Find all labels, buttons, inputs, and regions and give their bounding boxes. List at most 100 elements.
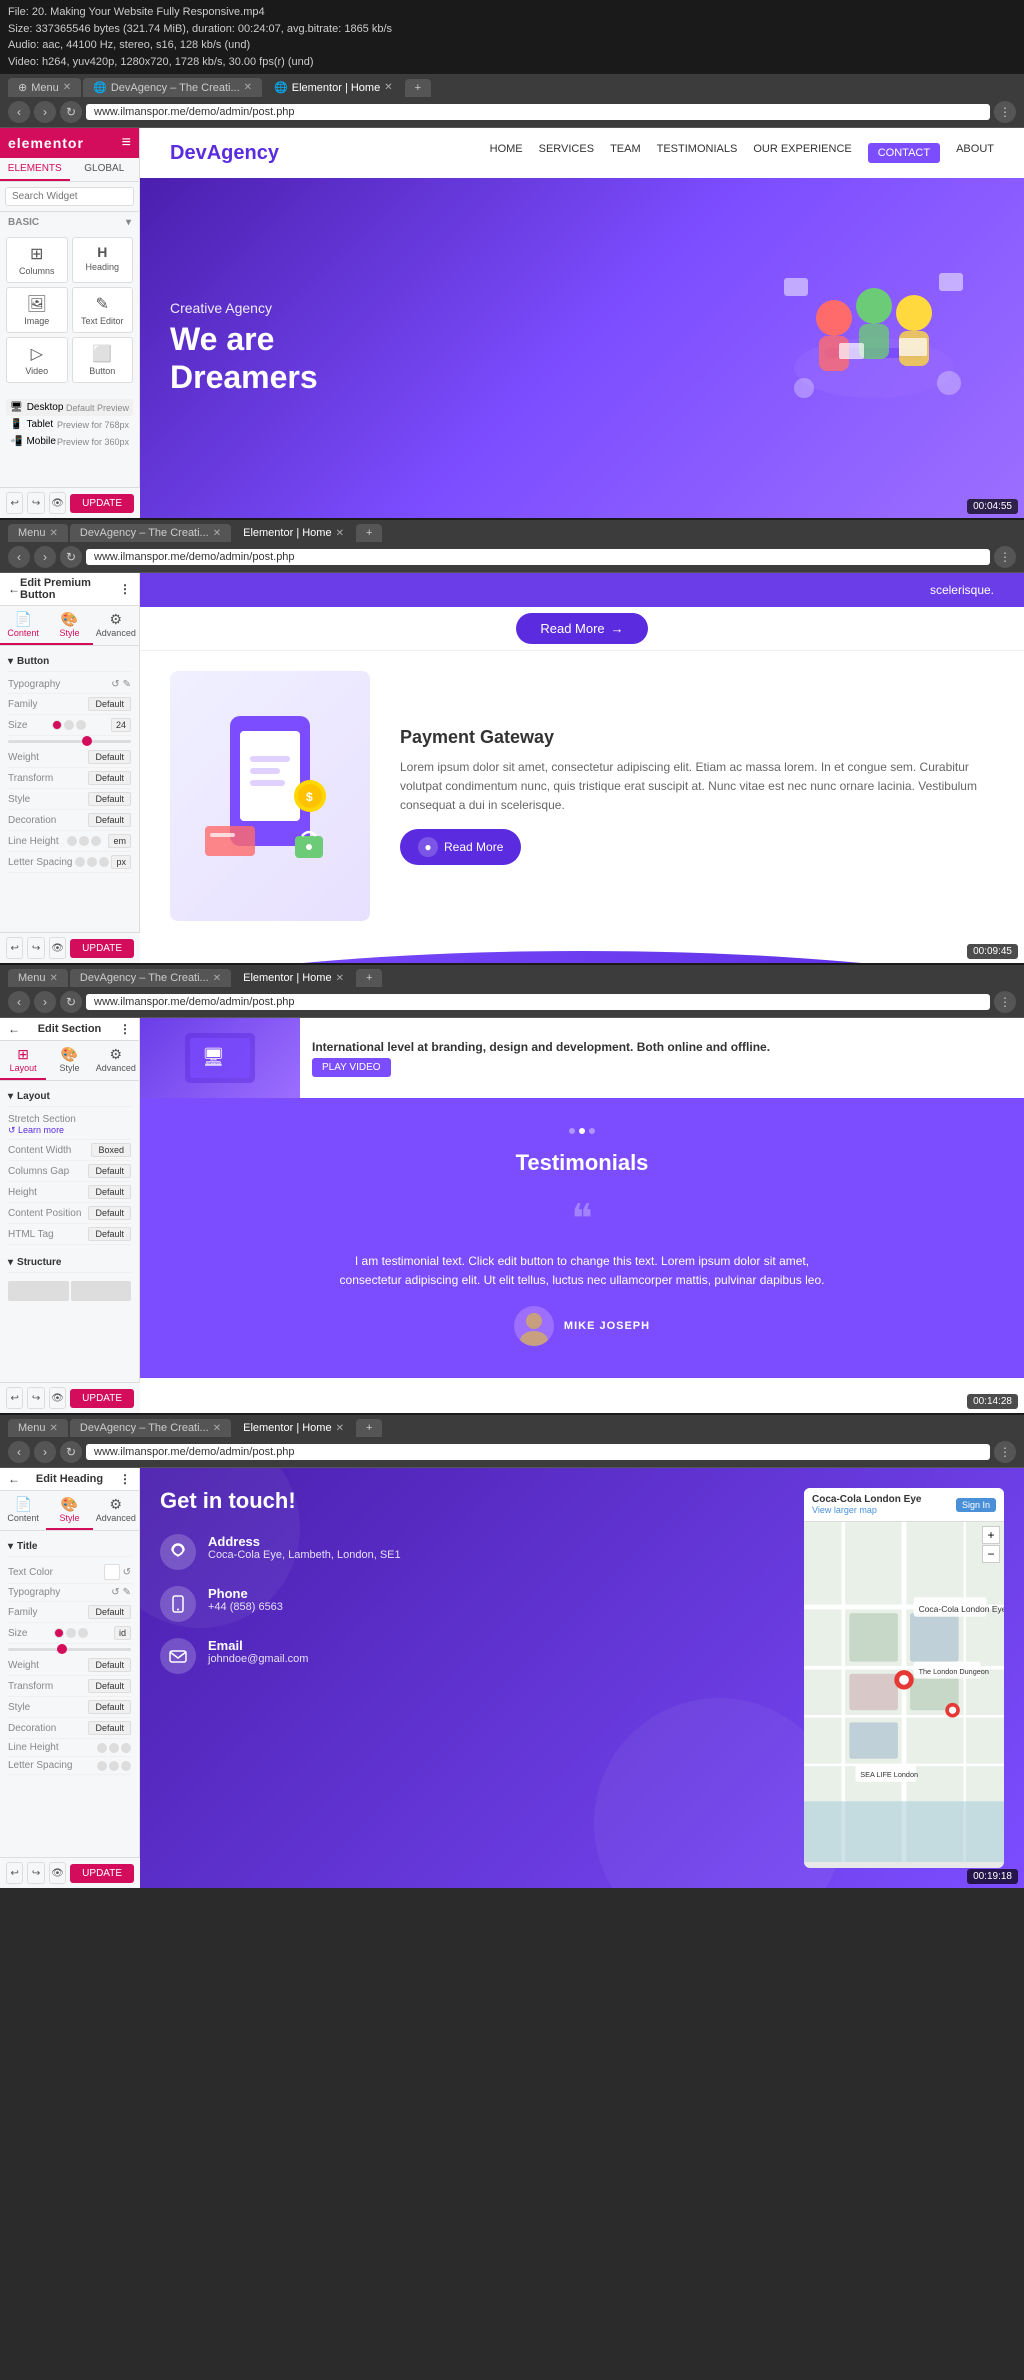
update-button-4[interactable]: UPDATE bbox=[70, 1864, 134, 1883]
sidebar-settings-icon[interactable]: ⋮ bbox=[119, 582, 131, 596]
desktop-mode[interactable]: 🖥 Desktop Default Preview bbox=[6, 399, 133, 416]
tab-elementor-2[interactable]: Elementor | Home✕ bbox=[233, 524, 354, 542]
ls-dot-t[interactable] bbox=[87, 857, 97, 867]
sidebar-menu-icon[interactable]: ≡ bbox=[122, 134, 131, 152]
settings-button[interactable]: ⋮ bbox=[994, 101, 1016, 123]
address-bar-3[interactable] bbox=[86, 994, 990, 1010]
menu-icon-3[interactable]: ⋮ bbox=[119, 1022, 131, 1036]
redo-button-3[interactable]: ↪ bbox=[27, 1387, 44, 1409]
edit-icon-4[interactable]: ✎ bbox=[123, 1587, 131, 1598]
play-video-button[interactable]: PLAY VIDEO bbox=[312, 1058, 391, 1077]
map-signin-btn[interactable]: Sign In bbox=[956, 1498, 996, 1512]
back-icon-4[interactable]: ← bbox=[8, 1472, 20, 1486]
lh-t-4[interactable] bbox=[109, 1743, 119, 1753]
close-tab-icon[interactable]: ✕ bbox=[50, 973, 58, 984]
size-dot-t[interactable] bbox=[64, 720, 74, 730]
lh-dot-m[interactable] bbox=[91, 836, 101, 846]
tab-devagency-3[interactable]: DevAgency – The Creati...✕ bbox=[70, 969, 231, 987]
tab-menu-3[interactable]: Menu✕ bbox=[8, 969, 68, 987]
refresh-typography-icon[interactable]: ↺ bbox=[111, 679, 119, 690]
tab-devagency-2[interactable]: DevAgency – The Creati...✕ bbox=[70, 524, 231, 542]
forward-button[interactable]: › bbox=[34, 101, 56, 123]
preview-button-3[interactable]: 👁 bbox=[49, 1387, 66, 1409]
size-d-4[interactable] bbox=[54, 1628, 64, 1638]
layout-tab[interactable]: ⊞ Layout bbox=[0, 1041, 46, 1080]
ls-dot-d[interactable] bbox=[75, 857, 85, 867]
close-tab-icon[interactable]: ✕ bbox=[63, 82, 71, 93]
size-unit-4[interactable]: id bbox=[114, 1626, 131, 1640]
lh-m-4[interactable] bbox=[121, 1743, 131, 1753]
update-button-1[interactable]: UPDATE bbox=[70, 494, 134, 513]
browser-tab-elementor[interactable]: 🌐 Elementor | Home ✕ bbox=[264, 78, 403, 97]
tab-global[interactable]: GLOBAL bbox=[70, 158, 140, 181]
browser-tab-menu[interactable]: ⊕ Menu ✕ bbox=[8, 78, 81, 97]
tablet-mode[interactable]: 📱 Tablet Preview for 768px bbox=[6, 416, 133, 433]
close-tab-icon[interactable]: ✕ bbox=[213, 973, 221, 984]
refresh-button-3[interactable]: ↻ bbox=[60, 991, 82, 1013]
close-tab-icon[interactable]: ✕ bbox=[336, 973, 344, 984]
content-width-value[interactable]: Boxed bbox=[91, 1143, 131, 1157]
address-bar-2[interactable] bbox=[86, 549, 990, 565]
size-m-4[interactable] bbox=[78, 1628, 88, 1638]
content-tab-4[interactable]: 📄 Content bbox=[0, 1491, 46, 1530]
refresh-button-2[interactable]: ↻ bbox=[60, 546, 82, 568]
nav-experience[interactable]: OUR EXPERIENCE bbox=[753, 143, 851, 163]
preview-button-4[interactable]: 👁 bbox=[49, 1862, 66, 1884]
update-button-2[interactable]: UPDATE bbox=[70, 939, 134, 958]
lh-unit[interactable]: em bbox=[108, 834, 131, 848]
tab-elementor-3[interactable]: Elementor | Home✕ bbox=[233, 969, 354, 987]
content-position-value[interactable]: Default bbox=[88, 1206, 131, 1220]
close-tab-icon[interactable]: ✕ bbox=[213, 528, 221, 539]
map-link[interactable]: View larger map bbox=[812, 1505, 921, 1515]
widget-text-editor[interactable]: ✎ Text Editor bbox=[72, 287, 134, 333]
section-toggle-icon[interactable]: ▾ bbox=[126, 217, 131, 228]
edit-typography-icon[interactable]: ✎ bbox=[123, 679, 131, 690]
style-value[interactable]: Default bbox=[88, 792, 131, 806]
ls-dot-m[interactable] bbox=[99, 857, 109, 867]
transform-value-4[interactable]: Default bbox=[88, 1679, 131, 1693]
widget-search-input[interactable] bbox=[5, 187, 134, 206]
tab-new-4[interactable]: + bbox=[356, 1419, 382, 1437]
size-t-4[interactable] bbox=[66, 1628, 76, 1638]
tab-menu-2[interactable]: Menu✕ bbox=[8, 524, 68, 542]
text-color-swatch[interactable] bbox=[104, 1564, 120, 1580]
redo-button[interactable]: ↪ bbox=[27, 492, 44, 514]
stretch-toggle[interactable]: ↺ Learn more bbox=[8, 1125, 64, 1136]
advanced-tab-4[interactable]: ⚙ Advanced bbox=[93, 1491, 139, 1530]
close-tab-icon[interactable]: ✕ bbox=[213, 1423, 221, 1434]
nav-services[interactable]: SERVICES bbox=[539, 143, 594, 163]
redo-button-4[interactable]: ↪ bbox=[27, 1862, 44, 1884]
map-zoom-out[interactable]: − bbox=[982, 1545, 1000, 1563]
ls-m-4[interactable] bbox=[121, 1761, 131, 1771]
refresh-button[interactable]: ↻ bbox=[60, 101, 82, 123]
mobile-mode[interactable]: 📲 Mobile Preview for 360px bbox=[6, 433, 133, 450]
undo-button-4[interactable]: ↩ bbox=[6, 1862, 23, 1884]
update-button-3[interactable]: UPDATE bbox=[70, 1389, 134, 1408]
lh-dot-d[interactable] bbox=[67, 836, 77, 846]
preview-button-2[interactable]: 👁 bbox=[49, 937, 66, 959]
tab-new-2[interactable]: + bbox=[356, 524, 382, 542]
ls-d-4[interactable] bbox=[97, 1761, 107, 1771]
style-value-4[interactable]: Default bbox=[88, 1700, 131, 1714]
redo-button-2[interactable]: ↪ bbox=[27, 937, 44, 959]
undo-button-3[interactable]: ↩ bbox=[6, 1387, 23, 1409]
nav-testimonials[interactable]: TESTIMONIALS bbox=[657, 143, 738, 163]
weight-value[interactable]: Default bbox=[88, 750, 131, 764]
column-2-indicator[interactable] bbox=[71, 1281, 132, 1301]
close-tab-icon[interactable]: ✕ bbox=[384, 82, 392, 93]
family-value-4[interactable]: Default bbox=[88, 1605, 131, 1619]
close-tab-icon[interactable]: ✕ bbox=[50, 1423, 58, 1434]
html-tag-value[interactable]: Default bbox=[88, 1227, 131, 1241]
tab-devagency-4[interactable]: DevAgency – The Creati...✕ bbox=[70, 1419, 231, 1437]
close-tab-icon[interactable]: ✕ bbox=[244, 82, 252, 93]
nav-contact[interactable]: CONTACT bbox=[868, 143, 940, 163]
nav-team[interactable]: TEAM bbox=[610, 143, 641, 163]
browser-tab-new[interactable]: + bbox=[405, 79, 431, 97]
refresh-icon-4[interactable]: ↺ bbox=[111, 1587, 119, 1598]
ls-unit[interactable]: px bbox=[111, 855, 131, 869]
weight-value-4[interactable]: Default bbox=[88, 1658, 131, 1672]
sidebar-back-icon[interactable]: ← bbox=[8, 582, 20, 596]
map-zoom-in[interactable]: + bbox=[982, 1526, 1000, 1544]
widget-video[interactable]: ▷ Video bbox=[6, 337, 68, 383]
undo-button[interactable]: ↩ bbox=[6, 492, 23, 514]
